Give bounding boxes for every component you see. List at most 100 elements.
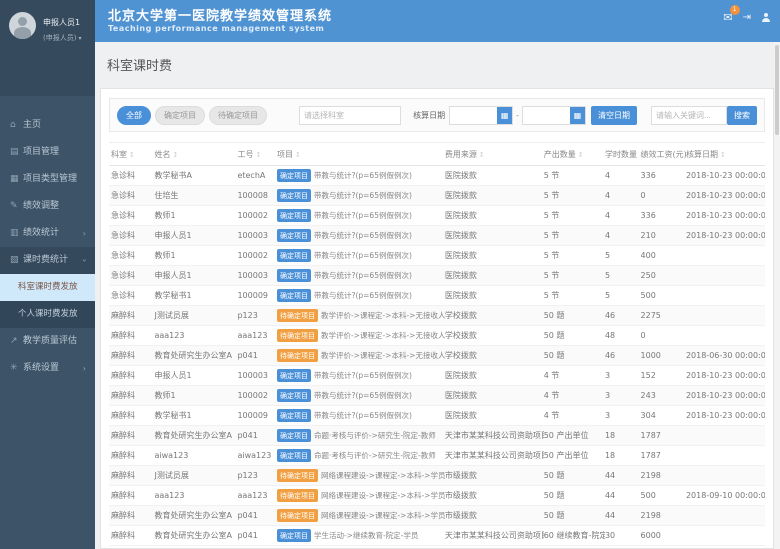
app-subtitle: Teaching performance management system (95, 24, 780, 33)
filter-pending-button[interactable]: 待确定项目 (209, 106, 267, 125)
sidebar-item-personal-course-fee[interactable]: 个人课时费发放 (0, 301, 95, 328)
column-header-label: 项目 (277, 150, 293, 159)
chevron-down-icon: › (71, 259, 98, 262)
cell-source: 医院拨款 (445, 170, 544, 181)
filter-all-button[interactable]: 全部 (117, 106, 151, 125)
cell-salary: 0 (641, 191, 686, 200)
date-end-input[interactable]: ▦ (522, 106, 586, 125)
cell-salary: 2275 (641, 311, 686, 320)
column-header[interactable]: 科室↕ (109, 149, 154, 160)
message-icon[interactable]: ✉1 (723, 11, 732, 24)
cell-date: 2018-06-30 00:00:00 (686, 351, 765, 360)
cell-salary: 336 (641, 171, 686, 180)
sidebar-menu: ⌂主页▤项目管理▦项目类型管理✎绩效调整▥绩效统计›▧课时费统计› 科室课时费发放… (0, 112, 95, 382)
cell-dept: 急诊科 (109, 210, 154, 221)
cell-id: p041 (237, 511, 277, 520)
logout-icon[interactable]: ⇥ (743, 12, 751, 23)
chevron-right-icon: › (83, 220, 86, 247)
column-header[interactable]: 学时数量↕ (605, 149, 641, 160)
keyword-input[interactable] (651, 106, 727, 125)
sidebar-item-project-type-management[interactable]: ▦项目类型管理 (0, 166, 95, 193)
cell-output: 50 题 (544, 310, 605, 321)
project-label: 带教与统计?(p=65例假例次) (314, 191, 412, 200)
cell-source: 医院拨款 (445, 250, 544, 261)
cell-hours: 44 (605, 491, 641, 500)
table-row: 急诊科申报人员1100003确定项目带教与统计?(p=65例假例次)医院拨款5 … (109, 226, 765, 246)
sidebar-item-system-settings[interactable]: ✳系统设置› (0, 355, 95, 382)
department-select[interactable] (299, 106, 401, 125)
column-header[interactable]: 产出数量↕ (544, 149, 605, 160)
column-header[interactable]: 工号↕ (237, 149, 277, 160)
cell-hours: 46 (605, 311, 641, 320)
cell-source: 学校拨款 (445, 330, 544, 341)
cell-project: 确定项目带教与统计?(p=65例假例次) (277, 289, 445, 302)
cell-dept: 急诊科 (109, 190, 154, 201)
column-header[interactable]: 费用来源↕ (445, 149, 544, 160)
cell-output: 5 节 (544, 190, 605, 201)
column-header[interactable]: 项目↕ (277, 149, 445, 160)
cell-output: 5 节 (544, 210, 605, 221)
sidebar-item-teaching-quality-eval[interactable]: ↗教学质量评估 (0, 328, 95, 355)
cell-name: 教师1 (154, 210, 237, 221)
cell-source: 天津市某某科技公司资助项目 (445, 430, 544, 441)
calendar-icon[interactable]: ▦ (497, 107, 512, 124)
status-badge: 确定项目 (277, 529, 311, 542)
cell-dept: 麻醉科 (109, 410, 154, 421)
project-label: 网络课程建设->课程定->本科->学员 (321, 491, 445, 500)
sidebar-item-performance-adjust[interactable]: ✎绩效调整 (0, 193, 95, 220)
header-icons: ✉1 ⇥ (723, 11, 770, 24)
cell-project: 确定项目学生活动->继续教育-院定-学员 (277, 529, 445, 542)
project-label: 带教与统计?(p=65例假例次) (314, 291, 412, 300)
cell-dept: 麻醉科 (109, 490, 154, 501)
user-role-dropdown[interactable]: (申报人员)▾ (43, 33, 89, 43)
cell-hours: 5 (605, 291, 641, 300)
search-button[interactable]: 搜索 (727, 106, 757, 125)
cell-name: 教育处研究生办公室A (154, 430, 237, 441)
cell-id: p123 (237, 311, 277, 320)
calendar-icon[interactable]: ▦ (570, 107, 585, 124)
cell-source: 市级拨款 (445, 470, 544, 481)
cell-dept: 麻醉科 (109, 530, 154, 541)
sidebar-item-label: 科室课时费发放 (18, 282, 78, 292)
sidebar-item-dept-course-fee[interactable]: 科室课时费发放 (0, 274, 95, 301)
date-start-input[interactable]: ▦ (449, 106, 513, 125)
table-row: 麻醉科J测试员展p123待确定项目教学评价->课程定->本科->无接收人学校拨款… (109, 306, 765, 326)
date-separator: - (516, 111, 519, 120)
column-header[interactable]: 核算日期↕ (686, 149, 765, 160)
cell-dept: 麻醉科 (109, 450, 154, 461)
column-header-label: 姓名 (154, 150, 170, 159)
date-filter-group: 核算日期 ▦ - ▦ 清空日期 搜索 (413, 106, 757, 125)
scrollbar-thumb[interactable] (775, 45, 779, 135)
sidebar-item-label: 主页 (23, 120, 41, 130)
sidebar-item-course-fee-stats[interactable]: ▧课时费统计› (0, 247, 95, 274)
table-row: 麻醉科教育处研究生办公室Ap041待确定项目教学评价->课程定->本科->无接收… (109, 346, 765, 366)
filter-confirmed-button[interactable]: 确定项目 (155, 106, 205, 125)
table-row: 麻醉科aaa123aaa123待确定项目教学评价->课程定->本科->无接收人学… (109, 326, 765, 346)
column-header[interactable]: 姓名↕ (154, 149, 237, 160)
sidebar-item-performance-stats[interactable]: ▥绩效统计› (0, 220, 95, 247)
scrollbar[interactable] (774, 42, 780, 549)
cell-source: 医院拨款 (445, 390, 544, 401)
sidebar-item-home[interactable]: ⌂主页 (0, 112, 95, 139)
sidebar-item-project-management[interactable]: ▤项目管理 (0, 139, 95, 166)
status-badge: 确定项目 (277, 429, 311, 442)
table-row: 麻醉科aaa123aaa123待确定项目网络课程建设->课程定->本科->学员市… (109, 486, 765, 506)
cell-source: 学校拨款 (445, 310, 544, 321)
cell-project: 确定项目带教与统计?(p=65例假例次) (277, 169, 445, 182)
notification-badge: 1 (730, 5, 740, 15)
cell-salary: 304 (641, 411, 686, 420)
clear-date-button[interactable]: 清空日期 (591, 106, 637, 125)
cell-dept: 麻醉科 (109, 510, 154, 521)
column-header[interactable]: 绩效工资(元)↕ (641, 149, 686, 160)
page-title: 科室课时费 (95, 42, 780, 74)
table-row: 急诊科住培生100008确定项目带教与统计?(p=65例假例次)医院拨款5 节4… (109, 186, 765, 206)
cell-salary: 500 (641, 491, 686, 500)
sort-icon: ↕ (172, 151, 178, 159)
user-icon[interactable] (761, 13, 770, 22)
cell-name: J测试员展 (154, 310, 237, 321)
cell-dept: 麻醉科 (109, 430, 154, 441)
sidebar-item-label: 个人课时费发放 (18, 309, 78, 319)
cell-salary: 152 (641, 371, 686, 380)
cell-id: 100002 (237, 391, 277, 400)
cell-date: 2018-09-10 00:00:00 (686, 491, 765, 500)
